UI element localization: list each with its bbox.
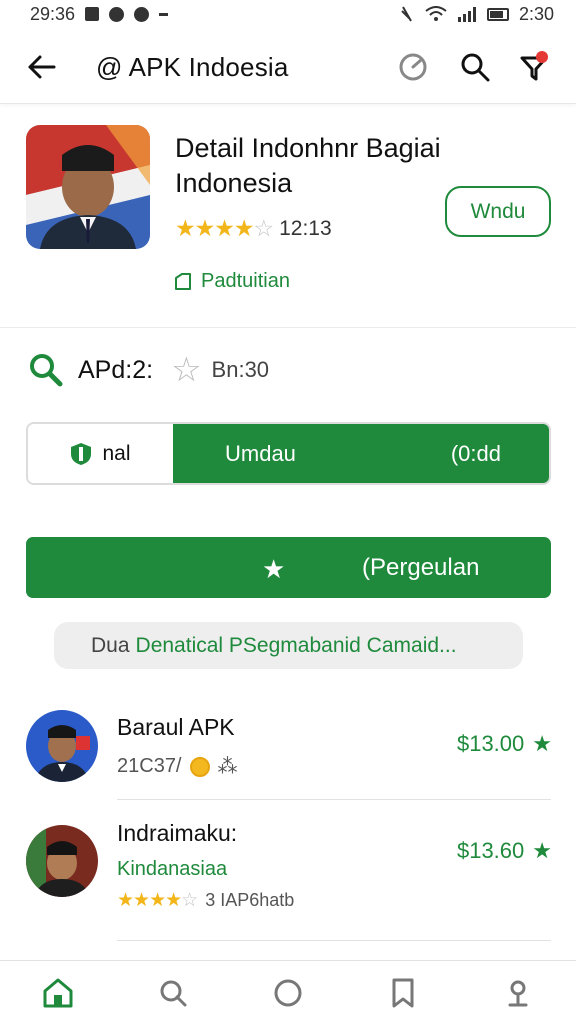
refresh-icon[interactable] — [396, 50, 430, 84]
app-list: Baraul APK 21C37/ ⁂ $13.00 ★ Indraimaku:… — [0, 690, 576, 958]
segment-right-label[interactable]: (0:dd — [451, 441, 501, 467]
notification-icon — [85, 7, 100, 21]
list-item-title: Indraimaku: — [117, 820, 238, 846]
divider — [117, 799, 551, 800]
list-item-code: 21C37/ — [117, 755, 182, 777]
bottom-navigation — [0, 960, 576, 1024]
nav-explore[interactable] — [143, 961, 203, 1024]
app-title: Detail Indonhnr Bagiai Indonesia — [175, 133, 441, 198]
chip-prefix: Dua — [91, 633, 130, 657]
nav-circle[interactable] — [258, 961, 318, 1024]
apple-icon — [134, 6, 150, 22]
explore-icon — [160, 980, 187, 1006]
list-item-rating: ★★★★☆ 3 IAP6hatb — [117, 889, 294, 912]
app-icon-portrait — [26, 125, 150, 249]
list-item-title: Baraul APK — [117, 714, 235, 740]
list-item[interactable]: Baraul APK 21C37/ ⁂ $13.00 ★ — [0, 690, 576, 810]
rating-stars: ★★★★☆ — [117, 890, 198, 911]
app-detail-header: Detail Indonhnr Bagiai Indonesia ★★★★☆ 1… — [0, 104, 576, 328]
stats-row: APd:2: ☆ Bn:30 — [28, 346, 269, 394]
search-icon[interactable] — [458, 50, 492, 84]
rating-stars: ★★★★☆ — [175, 215, 274, 241]
profile-icon — [508, 980, 528, 1006]
primary-action-button[interactable]: ★ (Pergeulan — [26, 537, 551, 598]
rating-value: 12:13 — [279, 216, 332, 240]
shield-icon — [71, 442, 92, 465]
nav-home[interactable] — [28, 961, 88, 1024]
list-item-price: $13.00 ★ — [457, 731, 552, 757]
home-icon — [43, 978, 73, 1007]
bookmark-icon — [392, 978, 414, 1007]
app-category-link[interactable]: Padtuitian — [173, 270, 290, 293]
status-time: 29:36 — [30, 3, 76, 24]
avatar — [26, 710, 98, 782]
list-item-subtitle: 21C37/ ⁂ — [117, 754, 238, 779]
nav-bookmark[interactable] — [373, 961, 433, 1024]
rating-text: 3 IAP6hatb — [205, 890, 295, 910]
rating-row: ★★★★☆ 12:13 — [175, 215, 332, 242]
more-notifications-icon — [159, 12, 169, 16]
list-item[interactable]: Indraimaku: Kindanasiaa ★★★★☆ 3 IAP6hatb… — [0, 801, 576, 921]
divider — [117, 940, 551, 941]
app-bar: @ APK Indoesia — [0, 28, 576, 104]
stat-label: APd:2: — [78, 355, 154, 384]
mute-icon — [401, 6, 412, 22]
search-icon — [30, 354, 63, 387]
filter-icon[interactable] — [518, 50, 552, 84]
primary-action-label: (Pergeulan — [362, 554, 480, 581]
nav-profile[interactable] — [488, 961, 548, 1024]
messenger-icon — [109, 6, 125, 22]
coin-icon — [189, 756, 210, 777]
chip-text: Denatical PSegmabanid Camaid... — [135, 633, 457, 657]
segment-left[interactable]: nal — [28, 424, 173, 483]
star-icon: ★ — [262, 554, 286, 584]
stat-value: Bn:30 — [211, 357, 270, 382]
status-time-right: 2:30 — [518, 3, 554, 24]
signal-icon — [457, 7, 476, 22]
segmented-control: nal Umdau (0:dd — [26, 422, 551, 485]
segment-active[interactable]: Umdau (0:dd — [173, 424, 549, 483]
battery-icon — [486, 7, 509, 21]
status-bar: 29:36 2:30 — [0, 0, 576, 28]
info-chip[interactable]: Dua Denatical PSegmabanid Camaid... — [54, 622, 523, 669]
status-right: 2:30 — [399, 4, 554, 25]
category-label: Padtuitian — [201, 270, 290, 292]
star-icon: ★ — [532, 838, 552, 863]
segment-left-label: nal — [102, 441, 131, 465]
back-icon[interactable] — [24, 50, 58, 84]
wifi-icon — [425, 6, 447, 21]
price-value: $13.00 — [456, 731, 525, 756]
page-title: @ APK Indoesia — [96, 52, 289, 82]
list-item-symbol: ⁂ — [217, 756, 238, 778]
segment-center-label[interactable]: Umdau — [225, 441, 296, 467]
tag-icon — [175, 272, 191, 290]
star-icon: ★ — [532, 731, 552, 756]
install-button[interactable]: Wndu — [445, 186, 551, 237]
circle-icon — [274, 979, 302, 1006]
list-item-subtitle: Kindanasiaa — [117, 858, 228, 880]
avatar — [26, 825, 98, 897]
status-left: 29:36 — [30, 3, 169, 25]
price-value: $13.60 — [456, 838, 525, 863]
star-outline-icon: ☆ — [171, 351, 202, 389]
list-item-price: $13.60 ★ — [457, 838, 552, 864]
